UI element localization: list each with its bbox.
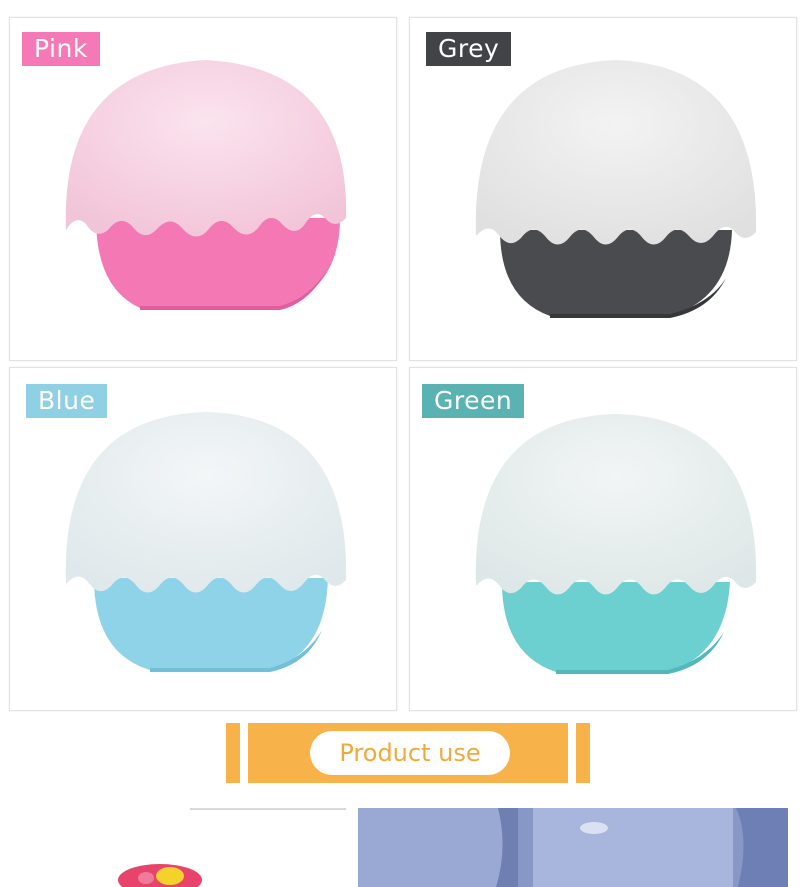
color-tag: Grey: [426, 32, 512, 66]
section-banner: Product use: [226, 723, 590, 783]
product-card-grey: Grey: [409, 17, 797, 361]
mold-cap: [475, 414, 757, 595]
usage-photo-right: [358, 808, 788, 887]
banner-bar-left: [226, 723, 240, 783]
color-tag: Green: [422, 384, 525, 418]
ice-ball-mold-image: [475, 60, 757, 318]
mold-base: [502, 582, 730, 672]
mold-cap: [475, 60, 757, 245]
mold-base: [96, 218, 340, 308]
ice-cubes-image: [358, 808, 788, 887]
mold-base: [94, 578, 328, 670]
mold-cap: [65, 60, 347, 237]
section-title: Product use: [310, 731, 510, 775]
color-tag: Pink: [22, 32, 100, 66]
usage-photo-left: [10, 808, 346, 887]
product-card-pink: Pink: [9, 17, 397, 361]
banner-bar-right: [576, 723, 590, 783]
product-card-green: Green: [409, 367, 797, 711]
color-tag: Blue: [26, 384, 108, 418]
ice-ball-mold-image: [475, 414, 757, 674]
fruit-ice-image: [118, 808, 346, 887]
ice-ball-mold-image: [65, 412, 347, 672]
ice-ball-mold-image: [65, 60, 347, 310]
mold-cap: [65, 412, 347, 593]
product-card-blue: Blue: [9, 367, 397, 711]
mold-base: [500, 230, 732, 316]
